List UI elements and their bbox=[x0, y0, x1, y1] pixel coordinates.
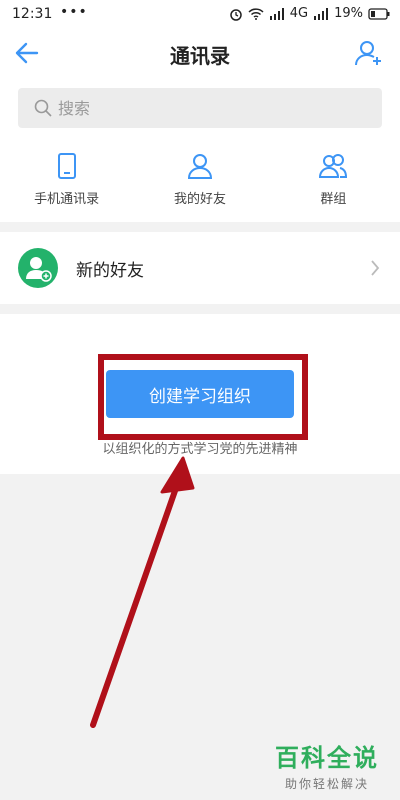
notification-dots: ••• bbox=[60, 4, 88, 20]
signal-icon bbox=[269, 7, 284, 20]
search-bar bbox=[0, 78, 400, 142]
organization-description: 以组织化的方式学习党的先进精神 bbox=[102, 442, 298, 457]
shortcut-label: 我的好友 bbox=[173, 192, 226, 207]
shortcut-phone-contacts[interactable]: 手机通讯录 bbox=[0, 142, 133, 222]
group-icon bbox=[319, 154, 348, 178]
chevron-right-icon bbox=[371, 260, 380, 276]
shortcut-groups[interactable]: 群组 bbox=[267, 142, 400, 222]
shortcut-label: 手机通讯录 bbox=[34, 192, 100, 207]
shortcut-row: 手机通讯录 我的好友 群组 bbox=[0, 142, 400, 222]
add-friend-icon[interactable] bbox=[354, 38, 384, 68]
new-friends-label: 新的好友 bbox=[76, 261, 144, 281]
page-title: 通讯录 bbox=[170, 44, 230, 68]
watermark: 百科全说 助你轻松解决 bbox=[268, 738, 386, 792]
person-icon bbox=[187, 154, 212, 179]
signal-icon-2 bbox=[314, 7, 329, 20]
shortcut-my-friends[interactable]: 我的好友 bbox=[133, 142, 266, 222]
wifi-icon bbox=[248, 7, 264, 20]
new-friend-avatar bbox=[18, 248, 58, 288]
search-input[interactable] bbox=[58, 94, 358, 122]
battery-icon bbox=[368, 7, 390, 20]
status-bar: 12:31 ••• 4G 19% bbox=[0, 0, 400, 30]
watermark-subtitle: 助你轻松解决 bbox=[284, 777, 369, 791]
shortcut-label: 群组 bbox=[320, 192, 347, 207]
add-person-icon bbox=[26, 257, 52, 282]
network-type: 4G bbox=[289, 6, 309, 21]
battery-percent: 19% bbox=[334, 6, 363, 21]
header: 通讯录 bbox=[0, 30, 400, 78]
status-time: 12:31 bbox=[12, 6, 53, 22]
organization-panel: 创建学习组织 以组织化的方式学习党的先进精神 bbox=[0, 314, 400, 474]
search-icon bbox=[34, 99, 52, 117]
highlight-annotation-box bbox=[98, 354, 308, 440]
search-box[interactable] bbox=[18, 88, 382, 128]
alarm-icon bbox=[229, 8, 242, 21]
new-friends-row[interactable]: 新的好友 bbox=[0, 232, 400, 304]
watermark-title: 百科全说 bbox=[275, 744, 379, 772]
status-right: 4G 19% bbox=[229, 6, 390, 21]
phone-icon bbox=[57, 153, 76, 179]
